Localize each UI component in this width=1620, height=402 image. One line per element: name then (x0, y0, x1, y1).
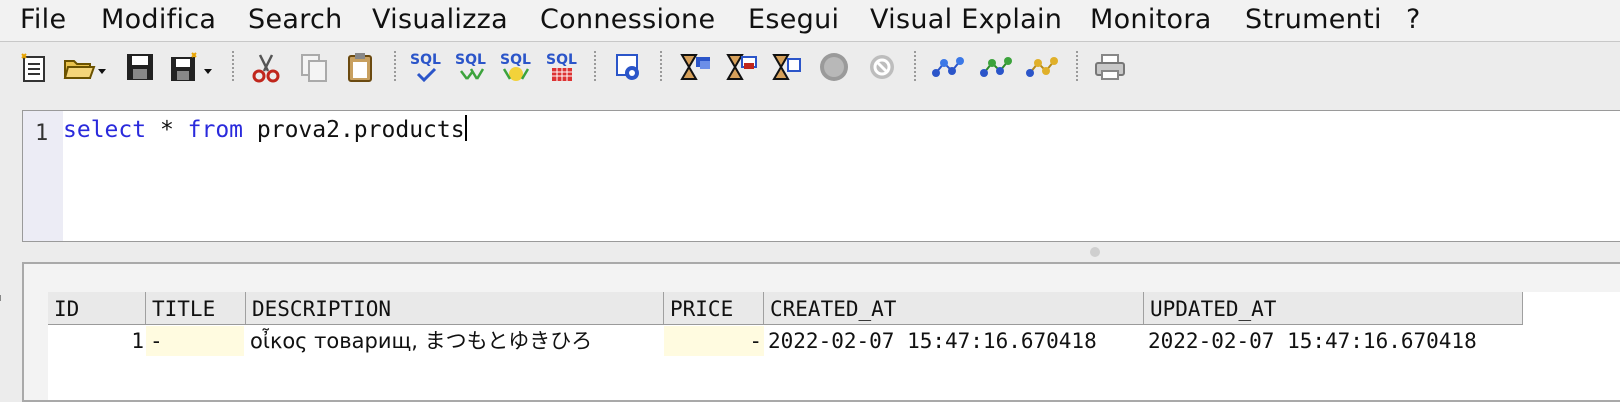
panel-edge (0, 295, 3, 301)
text-caret (464, 115, 467, 141)
toolbar-separator (1076, 51, 1078, 81)
menu-esegui[interactable]: Esegui (748, 4, 839, 35)
cancel-icon[interactable] (864, 49, 900, 85)
sql-text: prova2.products (243, 117, 465, 143)
toolbar-separator (394, 51, 396, 81)
cell-created-at[interactable]: 2022-02-07 15:47:16.670418 (764, 326, 1144, 356)
toolbar: SQL SQL SQL SQL (0, 43, 1620, 91)
column-header-price[interactable]: PRICE (664, 292, 764, 324)
column-header-title[interactable]: TITLE (146, 292, 246, 324)
cell-price[interactable]: - (664, 326, 764, 356)
menu-modifica[interactable]: Modifica (101, 4, 216, 35)
menu-search[interactable]: Search (248, 4, 343, 35)
cell-updated-at[interactable]: 2022-02-07 15:47:16.670418 (1144, 326, 1523, 356)
column-header-id[interactable]: ID (48, 292, 146, 324)
svg-text:SQL: SQL (500, 52, 531, 68)
column-header-created-at[interactable]: CREATED_AT (764, 292, 1144, 324)
cell-id[interactable]: 1 (48, 326, 146, 356)
column-header-description[interactable]: DESCRIPTION (246, 292, 664, 324)
explain-plan-3-icon[interactable] (770, 49, 806, 85)
cut-icon[interactable] (248, 49, 284, 85)
save-as-icon[interactable] (168, 49, 218, 85)
svg-text:SQL: SQL (546, 52, 577, 68)
connection-icon[interactable] (610, 49, 646, 85)
line-number-gutter: 1 (23, 111, 63, 241)
menu-file[interactable]: File (20, 4, 66, 35)
sql-execute-icon[interactable]: SQL (453, 49, 489, 85)
svg-text:SQL: SQL (455, 52, 486, 68)
sql-code[interactable]: select * from prova2.products (63, 115, 467, 143)
paste-icon[interactable] (342, 49, 378, 85)
toolbar-separator (594, 51, 596, 81)
sql-text: * (146, 117, 188, 143)
results-grid[interactable]: ID TITLE DESCRIPTION PRICE CREATED_AT UP… (48, 292, 1620, 400)
explain-plan-2-icon[interactable] (724, 49, 760, 85)
toolbar-separator (914, 51, 916, 81)
cell-title[interactable]: - (146, 326, 244, 356)
menu-strumenti[interactable]: Strumenti (1245, 4, 1382, 35)
menu-visual-explain[interactable]: Visual Explain (870, 4, 1062, 35)
menu-bar: File Modifica Search Visualizza Connessi… (0, 0, 1620, 42)
monitor-1-icon[interactable] (930, 49, 966, 85)
print-icon[interactable] (1092, 49, 1128, 85)
sql-keyword: select (63, 117, 147, 143)
results-header-row: ID TITLE DESCRIPTION PRICE CREATED_AT UP… (48, 292, 1523, 325)
explain-plan-icon[interactable] (678, 49, 714, 85)
menu-help[interactable]: ? (1406, 4, 1421, 35)
toolbar-separator (232, 51, 234, 81)
svg-text:SQL: SQL (410, 52, 441, 68)
splitter-handle[interactable] (1090, 247, 1100, 257)
sql-keyword: from (187, 117, 244, 143)
line-number: 1 (35, 121, 49, 146)
sql-editor[interactable]: 1 select * from prova2.products (22, 110, 1620, 242)
stop-icon[interactable] (816, 49, 852, 85)
menu-connessione[interactable]: Connessione (540, 4, 715, 35)
menu-monitora[interactable]: Monitora (1090, 4, 1212, 35)
toolbar-separator (660, 51, 662, 81)
pane-splitter[interactable] (0, 242, 1620, 262)
sql-grid-icon[interactable]: SQL (544, 49, 580, 85)
open-folder-icon[interactable] (62, 49, 108, 85)
sql-check-icon[interactable]: SQL (408, 49, 444, 85)
menu-visualizza[interactable]: Visualizza (372, 4, 508, 35)
copy-icon[interactable] (296, 49, 332, 85)
monitor-2-icon[interactable] (978, 49, 1014, 85)
cell-description[interactable]: οἶκος товарищ, まつもとゆきひろ (246, 326, 664, 356)
column-header-updated-at[interactable]: UPDATED_AT (1144, 292, 1523, 324)
sql-execute-all-icon[interactable]: SQL (498, 49, 534, 85)
new-script-icon[interactable] (16, 49, 52, 85)
monitor-3-icon[interactable] (1024, 49, 1060, 85)
save-icon[interactable] (122, 49, 158, 85)
